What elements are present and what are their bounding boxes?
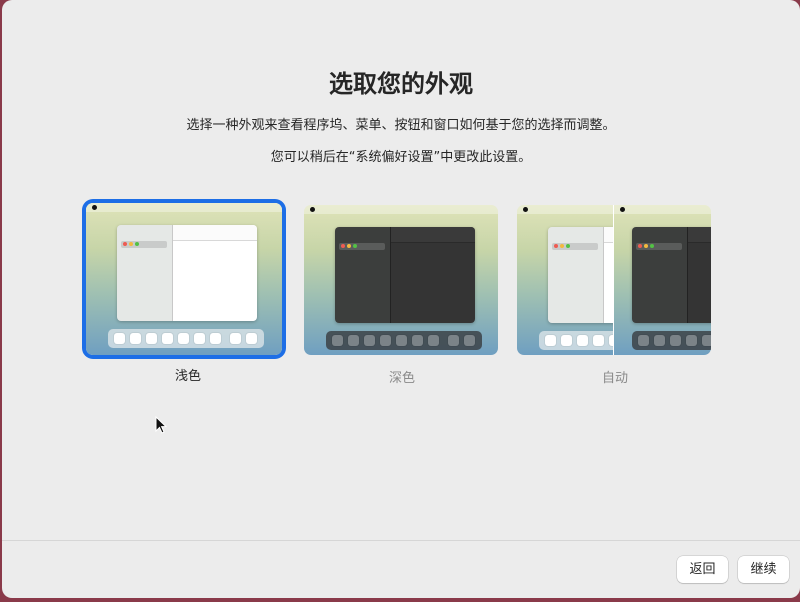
appearance-option-light[interactable]: 浅色 (86, 203, 286, 384)
light-preview-thumbnail[interactable] (86, 203, 282, 355)
appearance-option-dark[interactable]: 深色 (304, 205, 500, 386)
apple-icon (620, 207, 625, 212)
preview-menubar (86, 203, 282, 212)
preview-dock (326, 331, 482, 350)
option-label-dark: 深色 (388, 371, 415, 386)
back-button[interactable]: 返回 (677, 556, 728, 583)
option-label-light: 浅色 (174, 369, 201, 384)
mouse-pointer-icon (155, 416, 167, 434)
setup-window: 选取您的外观 选择一种外观来查看程序坞、菜单、按钮和窗口如何基于您的选择而调整。… (2, 0, 800, 598)
preview-dock (108, 329, 264, 348)
dark-preview-thumbnail[interactable] (304, 205, 498, 355)
auto-preview-thumbnail[interactable] (517, 205, 711, 355)
option-label-auto: 自动 (601, 371, 628, 386)
appearance-option-auto[interactable]: 自动 (517, 205, 713, 386)
apple-icon (92, 205, 97, 210)
footer-divider (2, 540, 800, 541)
continue-button[interactable]: 继续 (738, 556, 789, 583)
auto-split-divider (613, 205, 614, 355)
preview-window (117, 225, 257, 321)
page-description: 选择一种外观来查看程序坞、菜单、按钮和窗口如何基于您的选择而调整。 (186, 118, 616, 133)
preview-window (335, 227, 475, 323)
apple-icon (310, 207, 315, 212)
page-note: 您可以稍后在“系统偏好设置”中更改此设置。 (270, 150, 532, 165)
apple-icon (523, 207, 528, 212)
page-title: 选取您的外观 (329, 70, 473, 98)
preview-menubar (304, 205, 498, 214)
